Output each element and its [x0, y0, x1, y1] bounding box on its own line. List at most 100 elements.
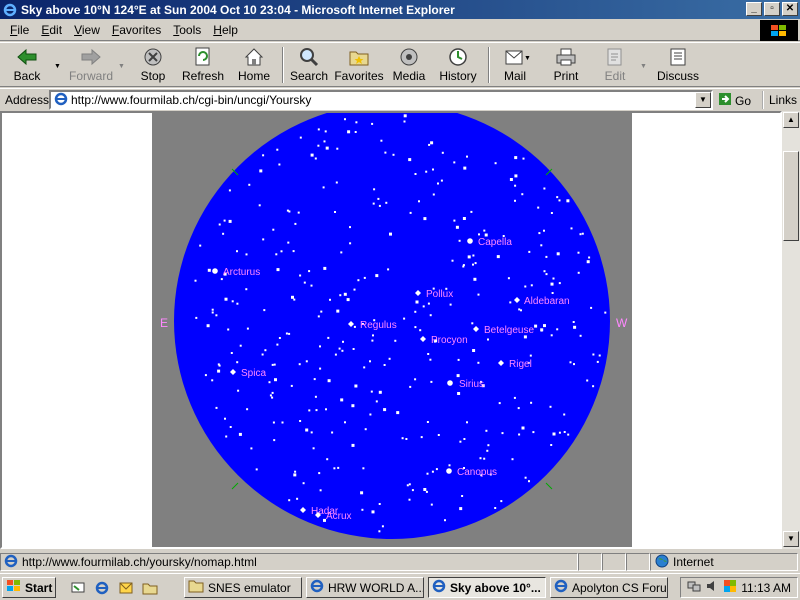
- address-dropdown-icon[interactable]: ▼: [695, 92, 711, 108]
- sky-map[interactable]: Capella Arcturus Pollux Aldebaran Regulus Bet…: [2, 113, 780, 547]
- star: [453, 219, 456, 222]
- star: [273, 439, 276, 442]
- star: [453, 161, 456, 164]
- go-button[interactable]: Go: [718, 92, 751, 109]
- menu-file[interactable]: File: [4, 23, 35, 37]
- star: [195, 316, 198, 319]
- edit-dropdown-icon[interactable]: ▼: [640, 63, 647, 70]
- clock[interactable]: 11:13 AM: [741, 581, 791, 595]
- history-label: History: [439, 69, 477, 83]
- start-button[interactable]: Start: [2, 577, 56, 598]
- star: [537, 206, 540, 209]
- title-bar[interactable]: Sky above 10°N 124°E at Sun 2004 Oct 10 …: [0, 0, 800, 19]
- network-icon[interactable]: [687, 579, 701, 596]
- star: [517, 407, 520, 410]
- scroll-down-icon[interactable]: ▼: [783, 531, 799, 547]
- task-label: HRW WORLD A...: [328, 580, 424, 595]
- task-sky-above[interactable]: Sky above 10°...: [428, 577, 546, 598]
- task-snes-emulator[interactable]: SNES emulator: [184, 577, 302, 598]
- page-viewport[interactable]: Capella Arcturus Pollux Aldebaran Regulus Bet…: [0, 111, 782, 549]
- maximize-button[interactable]: ▫: [764, 2, 780, 16]
- star: [406, 484, 409, 487]
- star: [462, 217, 466, 220]
- star: [543, 270, 546, 273]
- star-capella[interactable]: [467, 238, 473, 244]
- back-button[interactable]: Back: [8, 45, 46, 85]
- menu-bar: File Edit View Favorites Tools Help: [0, 19, 800, 41]
- task-hrw-world[interactable]: HRW WORLD A...: [306, 577, 424, 598]
- star: [430, 380, 433, 383]
- star: [487, 444, 490, 447]
- star: [294, 222, 297, 225]
- mail-button[interactable]: Mail: [498, 45, 532, 85]
- star: [384, 151, 387, 154]
- star: [425, 490, 428, 493]
- star: [485, 429, 488, 432]
- scroll-up-icon[interactable]: ▲: [783, 112, 799, 128]
- volume-icon[interactable]: [705, 579, 719, 596]
- star: [211, 311, 214, 314]
- star: [370, 390, 373, 393]
- star: [329, 298, 331, 301]
- status-url: http://www.fourmilab.ch/yoursky/nomap.ht…: [22, 555, 257, 569]
- favorites-button[interactable]: Favorites: [334, 45, 384, 85]
- mail-dropdown-icon[interactable]: ▼: [524, 55, 531, 62]
- star: [347, 130, 351, 134]
- west-label: W: [616, 316, 628, 330]
- star: [586, 260, 590, 264]
- star: [550, 282, 554, 286]
- forward-dropdown-icon[interactable]: ▼: [118, 63, 125, 70]
- scroll-thumb[interactable]: [783, 151, 799, 241]
- star: [290, 384, 293, 387]
- quicklaunch-ie-icon[interactable]: [94, 580, 110, 599]
- star: [335, 181, 338, 184]
- star: [322, 186, 325, 189]
- star: [604, 311, 607, 314]
- star: [558, 282, 561, 285]
- star: [207, 268, 211, 272]
- address-field[interactable]: ▼: [49, 90, 713, 110]
- menu-favorites[interactable]: Favorites: [106, 23, 167, 37]
- star: [245, 288, 248, 291]
- url-input[interactable]: [71, 93, 691, 107]
- start-label: Start: [25, 580, 53, 595]
- home-button[interactable]: Home: [236, 45, 272, 85]
- star: [351, 404, 355, 408]
- forward-button[interactable]: Forward: [68, 45, 114, 85]
- menu-view[interactable]: View: [68, 23, 106, 37]
- edit-button[interactable]: Edit: [602, 45, 628, 85]
- discuss-button[interactable]: Discuss: [656, 45, 700, 85]
- menu-edit[interactable]: Edit: [35, 23, 68, 37]
- star-sirius[interactable]: [447, 380, 453, 386]
- star-canopus[interactable]: [446, 468, 452, 474]
- menu-tools[interactable]: Tools: [167, 23, 207, 37]
- close-button[interactable]: ✕: [782, 2, 798, 16]
- task-apolyton-forum[interactable]: Apolyton CS Foru...: [550, 577, 668, 598]
- star: [227, 328, 230, 331]
- refresh-button[interactable]: Refresh: [182, 45, 224, 85]
- media-button[interactable]: Media: [392, 45, 426, 85]
- messenger-icon[interactable]: [723, 579, 737, 596]
- minimize-button[interactable]: _: [746, 2, 762, 16]
- star: [477, 293, 480, 296]
- quicklaunch-explorer-icon[interactable]: [142, 580, 158, 599]
- star: [462, 264, 465, 267]
- print-button[interactable]: Print: [552, 45, 580, 85]
- quicklaunch-outlook-icon[interactable]: [118, 580, 134, 599]
- ie-logo-icon: [2, 2, 18, 18]
- search-button[interactable]: Search: [290, 45, 328, 85]
- star: [563, 413, 566, 416]
- history-button[interactable]: History: [439, 45, 477, 85]
- stop-button[interactable]: Stop: [136, 45, 170, 85]
- star-arcturus[interactable]: [212, 268, 218, 274]
- links-button[interactable]: Links: [762, 91, 797, 109]
- star: [278, 163, 281, 166]
- menu-help[interactable]: Help: [207, 23, 244, 37]
- back-dropdown-icon[interactable]: ▼: [54, 63, 61, 70]
- star: [275, 253, 278, 256]
- vertical-scrollbar[interactable]: ▲ ▼: [782, 111, 800, 549]
- task-label: Sky above 10°...: [450, 580, 541, 595]
- star: [255, 468, 258, 471]
- quicklaunch-desktop-icon[interactable]: [70, 580, 86, 599]
- star: [315, 409, 318, 412]
